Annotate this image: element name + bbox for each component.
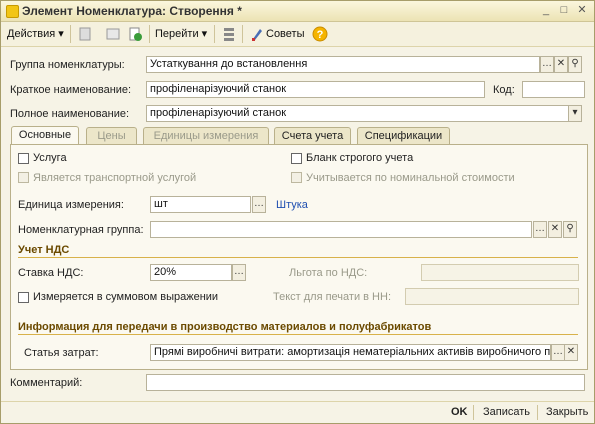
vat-benefit-label: Льгота по НДС: <box>289 267 368 279</box>
tab-units[interactable]: Единицы измерения <box>143 127 269 144</box>
print-text-input <box>405 288 579 305</box>
clear-icon[interactable]: ✕ <box>548 221 562 238</box>
toolbar-separator <box>70 25 71 43</box>
list-icon[interactable] <box>105 26 121 42</box>
short-name-input[interactable]: профіленарізуючий станок <box>146 81 485 98</box>
copy-icon[interactable] <box>77 26 93 42</box>
toolbar-separator <box>149 25 150 43</box>
window-title: Элемент Номенклатура: Створення * <box>22 4 242 18</box>
clear-icon[interactable]: ✕ <box>564 344 578 361</box>
minimize-icon[interactable]: _ <box>539 4 553 17</box>
strict-form-checkbox[interactable] <box>291 153 302 164</box>
section-divider <box>18 334 578 335</box>
transport-checkbox <box>18 172 29 183</box>
search-icon[interactable]: ⚲ <box>563 221 577 238</box>
tab-strip: Основные Цены Единицы измерения Счета уч… <box>1 126 594 145</box>
close-button[interactable]: Закрыть <box>546 406 588 418</box>
group-label: Группа номенклатуры: <box>10 59 125 71</box>
close-icon[interactable]: ✕ <box>575 4 589 17</box>
service-label: Услуга <box>33 152 67 164</box>
select-button[interactable]: … <box>232 264 246 281</box>
nominal-checkbox <box>291 172 302 183</box>
production-section-title: Информация для передачи в производство м… <box>18 321 432 333</box>
short-name-label: Краткое наименование: <box>10 84 132 96</box>
nomenclature-group-label: Номенклатурная группа: <box>18 224 144 236</box>
service-checkbox[interactable] <box>18 153 29 164</box>
footer-separator <box>473 405 474 420</box>
full-name-input[interactable]: профіленарізуючий станок <box>146 105 571 122</box>
unit-input[interactable]: шт <box>150 196 251 213</box>
toolbar: Действия ▾ Перейти ▾ Советы ? <box>1 22 594 47</box>
select-button[interactable]: … <box>551 344 565 361</box>
sum-measure-label: Измеряется в суммовом выражении <box>33 291 219 303</box>
app-icon <box>6 5 19 18</box>
select-button[interactable]: … <box>540 56 554 73</box>
vat-benefit-input <box>421 264 579 281</box>
search-icon[interactable]: ⚲ <box>568 56 582 73</box>
code-label: Код: <box>493 84 515 96</box>
window: Элемент Номенклатура: Створення * _ □ ✕ … <box>0 0 595 424</box>
toolbar-separator <box>214 25 215 43</box>
cost-item-label: Статья затрат: <box>24 347 99 359</box>
strict-form-label: Бланк строгого учета <box>306 152 414 164</box>
ok-button[interactable]: OK <box>451 406 468 418</box>
sum-measure-checkbox[interactable] <box>18 292 29 303</box>
code-input[interactable] <box>522 81 585 98</box>
clear-icon[interactable]: ✕ <box>554 56 568 73</box>
nomenclature-group-input[interactable] <box>150 221 532 238</box>
full-name-label: Полное наименование: <box>10 108 130 120</box>
goto-menu[interactable]: Перейти ▾ <box>155 25 207 43</box>
advice-button[interactable]: Советы <box>266 25 304 43</box>
chevron-down-icon[interactable]: ▾ <box>568 105 582 122</box>
section-divider <box>18 257 578 258</box>
form-footer: OK Записать Закрыть <box>1 401 594 423</box>
svg-text:?: ? <box>317 29 324 41</box>
comment-label: Комментарий: <box>10 377 83 389</box>
group-input[interactable]: Устаткування до встановлення <box>146 56 540 73</box>
select-button[interactable]: … <box>533 221 547 238</box>
print-text-label: Текст для печати в НН: <box>273 291 391 303</box>
actions-menu[interactable]: Действия ▾ <box>7 25 64 43</box>
vat-section-title: Учет НДС <box>18 244 70 256</box>
vat-rate-label: Ставка НДС: <box>18 267 84 279</box>
nominal-label: Учитывается по номинальной стоимости <box>306 172 515 184</box>
transport-label: Является транспортной услугой <box>33 172 197 184</box>
cost-item-input[interactable]: Прямі виробничі витрати: амортизація нем… <box>150 344 551 361</box>
tab-accounts[interactable]: Счета учета <box>274 127 351 144</box>
maximize-icon[interactable]: □ <box>557 4 571 17</box>
select-button[interactable]: … <box>252 196 266 213</box>
tab-prices[interactable]: Цены <box>86 127 137 144</box>
tab-specifications[interactable]: Спецификации <box>357 127 450 144</box>
title-bar: Элемент Номенклатура: Створення * _ □ ✕ <box>1 1 594 22</box>
comment-input[interactable] <box>146 374 585 391</box>
save-button[interactable]: Записать <box>483 406 530 418</box>
structure-icon[interactable] <box>221 26 237 42</box>
refresh-icon[interactable] <box>127 26 143 42</box>
footer-separator <box>537 405 538 420</box>
toolbar-separator <box>242 25 243 43</box>
vat-rate-input[interactable]: 20% <box>150 264 232 281</box>
advice-icon[interactable] <box>249 26 265 42</box>
help-icon[interactable]: ? <box>312 26 328 42</box>
tab-main[interactable]: Основные <box>11 126 79 145</box>
unit-label: Единица измерения: <box>18 199 124 211</box>
unit-full-name: Штука <box>276 199 308 211</box>
